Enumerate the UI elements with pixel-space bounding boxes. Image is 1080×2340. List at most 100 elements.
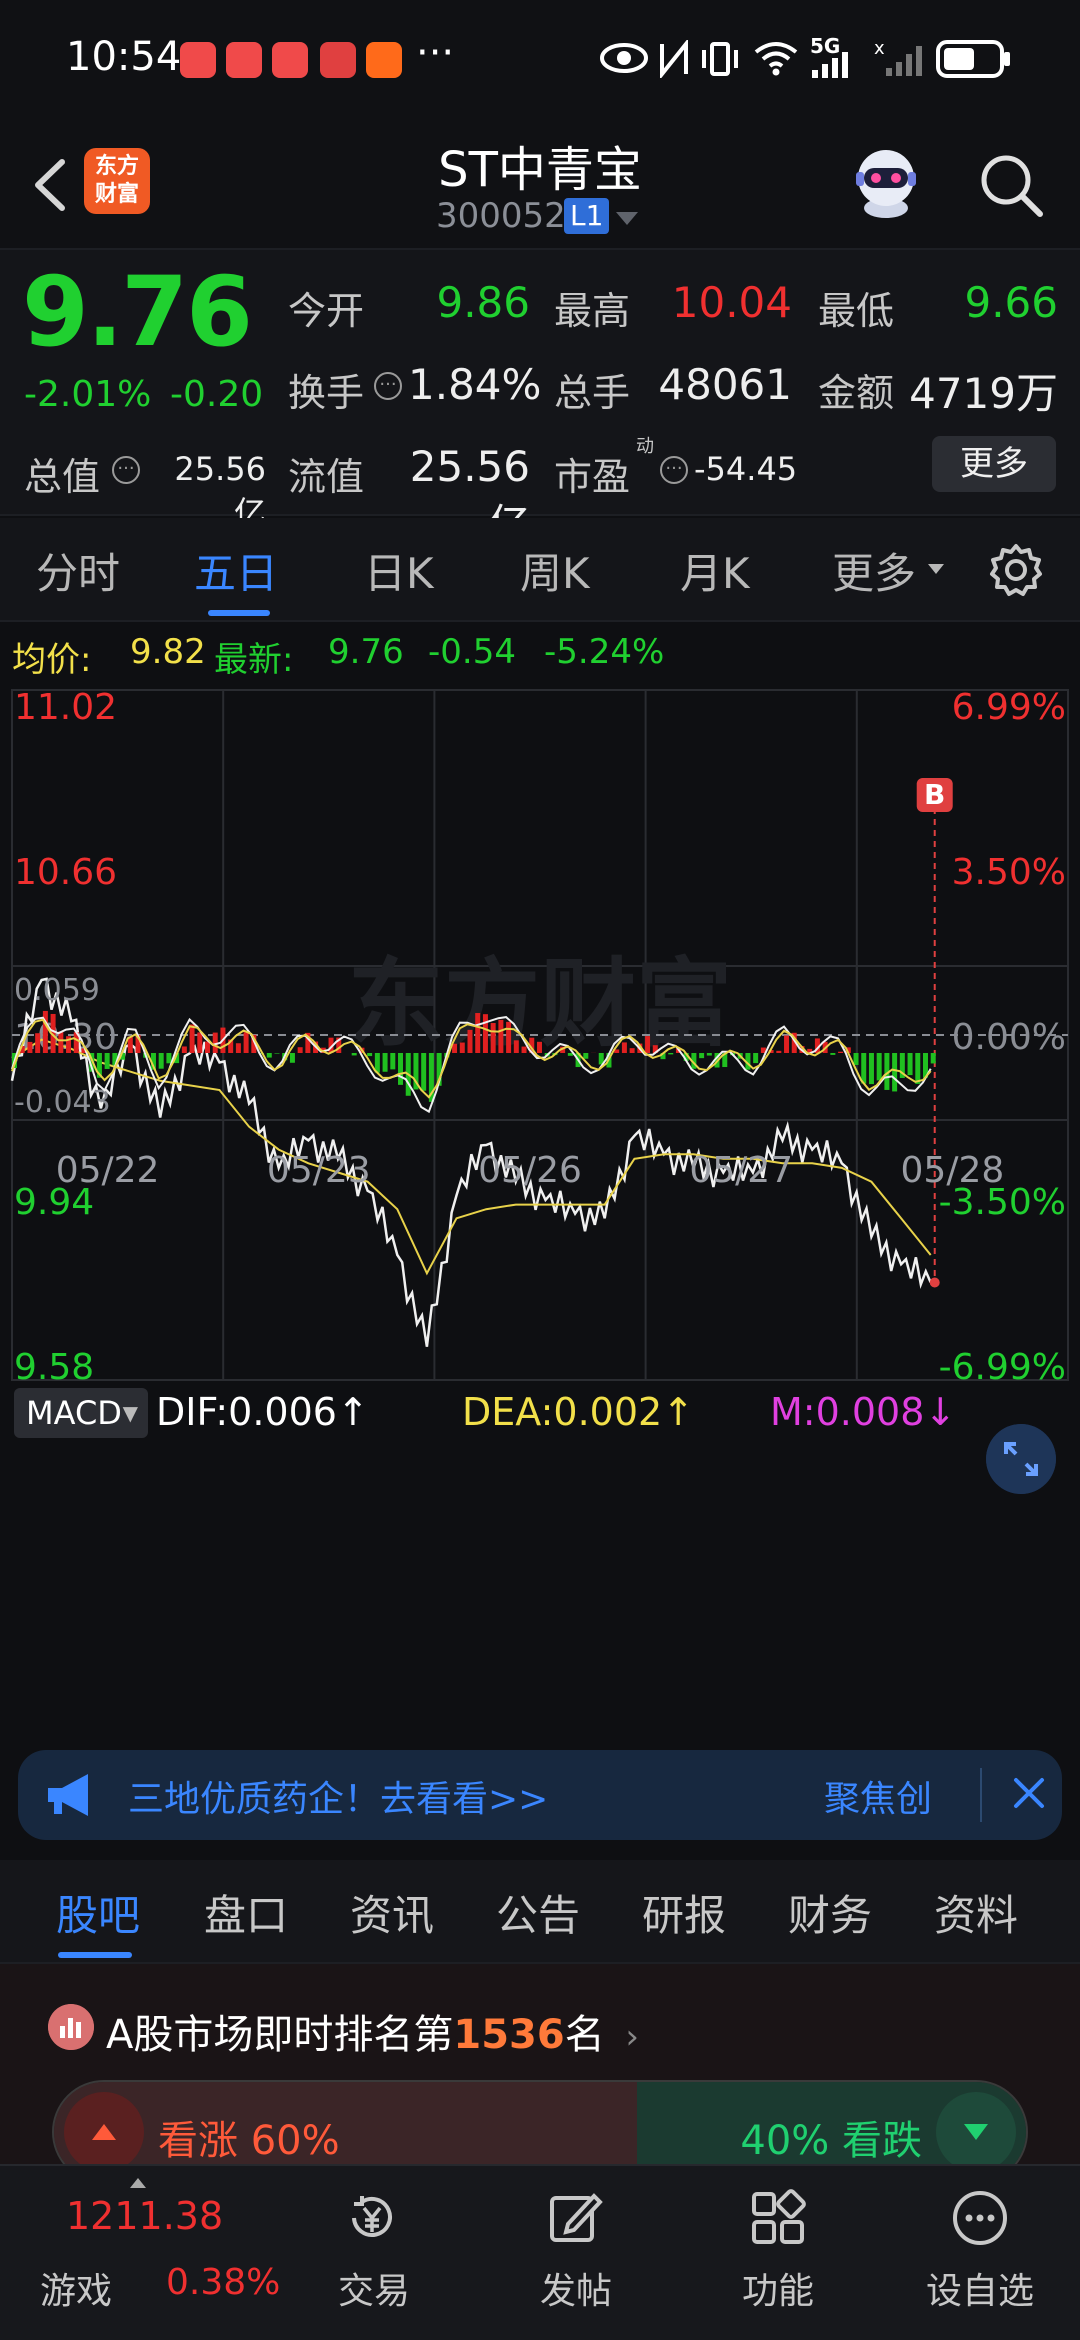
chart-canvas[interactable]: 东方财富11.02 6.99%10.66 3.50%10.30 0.00%9.94 -3… bbox=[0, 682, 1080, 1732]
x-date-label: 05/27 bbox=[689, 1150, 793, 1191]
index-change-pct[interactable]: 0.38% bbox=[166, 2262, 280, 2303]
macd-dif: DIF:0.006↑ bbox=[156, 1390, 369, 1434]
macd-histogram-bar bbox=[390, 1053, 396, 1070]
nav-trade[interactable]: 交易 bbox=[314, 2262, 434, 2314]
nav-games[interactable]: 游戏 bbox=[40, 2262, 112, 2314]
rank-suffix: 名 bbox=[564, 2012, 605, 2058]
bullish-label[interactable]: 看涨 60% bbox=[158, 2108, 340, 2166]
nav-post[interactable]: 发帖 bbox=[516, 2262, 636, 2314]
ad-secondary-text[interactable]: 聚焦创 bbox=[824, 1770, 932, 1822]
macd-m-value: M:0.008 bbox=[770, 1390, 925, 1434]
bottom-navigation: 1211.38 游戏 0.38% 交易 发帖 功能 设自选 bbox=[0, 2164, 1080, 2340]
avg-label: 均价: bbox=[12, 640, 92, 680]
caret-up-icon bbox=[130, 2178, 146, 2188]
macd-indicator-selector[interactable]: MACD ▼ bbox=[14, 1388, 148, 1438]
tab-monthly-k[interactable]: 月K bbox=[680, 540, 750, 601]
high-value: 10.04 bbox=[671, 278, 792, 327]
fullscreen-expand-icon[interactable] bbox=[986, 1424, 1056, 1494]
stock-code[interactable]: 300052 bbox=[436, 196, 566, 236]
nfc-icon bbox=[660, 40, 688, 78]
gear-icon[interactable] bbox=[988, 542, 1044, 598]
caret-down-icon bbox=[928, 564, 944, 574]
trade-yen-icon[interactable] bbox=[342, 2188, 402, 2248]
macd-histogram-bar bbox=[621, 1042, 627, 1053]
info-icon[interactable]: ··· bbox=[112, 456, 140, 484]
macd-histogram-bar bbox=[536, 1041, 542, 1053]
bearish-label[interactable]: 40% 看跌 bbox=[740, 2108, 922, 2166]
high-label: 最高 bbox=[554, 289, 631, 333]
macd-histogram-bar bbox=[459, 1042, 465, 1053]
tab-daily-k[interactable]: 日K bbox=[364, 540, 434, 601]
ad-text[interactable]: 三地优质药企！去看看>> bbox=[128, 1770, 548, 1822]
chevron-down-icon[interactable] bbox=[616, 212, 638, 225]
back-icon[interactable] bbox=[24, 150, 84, 220]
market-rank-text[interactable]: A股市场即时排名第1536名 › bbox=[106, 2002, 639, 2060]
low-label: 最低 bbox=[818, 289, 895, 333]
tab-news[interactable]: 资讯 bbox=[350, 1882, 434, 1943]
tab-financials[interactable]: 财务 bbox=[788, 1882, 872, 1943]
macd-label: MACD bbox=[26, 1394, 122, 1432]
bullish-arrow-icon[interactable] bbox=[62, 2090, 146, 2174]
eye-icon bbox=[600, 43, 648, 73]
price-summary-line: 均价: 9.82 最新: 9.76 -0.54 -5.24% bbox=[0, 622, 1080, 682]
tab-order-book[interactable]: 盘口 bbox=[204, 1882, 288, 1943]
rank-panel[interactable]: A股市场即时排名第1536名 › 看涨 60% 40% 看跌 bbox=[0, 1964, 1080, 2184]
robot-assistant-icon[interactable] bbox=[846, 142, 926, 222]
add-watchlist-icon[interactable] bbox=[950, 2188, 1010, 2248]
macd-histogram-bar bbox=[853, 1053, 859, 1065]
latest-change-pct: -5.24% bbox=[544, 632, 665, 672]
index-value[interactable]: 1211.38 bbox=[66, 2194, 223, 2238]
pe-dynamic-mark: 动 bbox=[636, 436, 654, 457]
period-tabs: 分时 五日 日K 周K 月K 更多 bbox=[0, 518, 1080, 622]
signal-no-service-icon: x bbox=[874, 40, 922, 76]
chevron-right-icon: › bbox=[625, 2017, 640, 2057]
y-right-tick: 0.00% bbox=[952, 1017, 1066, 1058]
five-day-chart[interactable]: 东方财富 11.02 6.99% 10.66 3.50% 10.30 0.00% 9.94 -3… bbox=[0, 682, 1080, 1732]
macd-histogram-bar bbox=[753, 1053, 759, 1064]
info-icon[interactable]: ··· bbox=[374, 372, 402, 400]
tab-forum[interactable]: 股吧 bbox=[56, 1882, 140, 1943]
tab-announcements[interactable]: 公告 bbox=[496, 1882, 580, 1943]
bearish-arrow-icon[interactable] bbox=[934, 2090, 1018, 2174]
macd-histogram-bar bbox=[583, 1053, 589, 1059]
macd-histogram-bar bbox=[521, 1046, 527, 1053]
level-badge[interactable]: L1 bbox=[564, 198, 610, 234]
rank-number: 1536 bbox=[453, 2012, 565, 2058]
macd-histogram-bar bbox=[104, 1053, 110, 1069]
nav-function[interactable]: 功能 bbox=[718, 2262, 838, 2314]
info-icon[interactable]: ··· bbox=[660, 456, 688, 484]
more-quote-button[interactable]: 更多 bbox=[932, 436, 1056, 492]
y-left-tick: 10.66 bbox=[14, 852, 117, 893]
macd-histogram-bar bbox=[513, 1040, 519, 1053]
eastmoney-logo[interactable]: 东方财富 bbox=[84, 148, 150, 214]
search-icon[interactable] bbox=[976, 150, 1046, 220]
tab-five-day[interactable]: 五日 bbox=[194, 540, 278, 601]
macd-histogram-bar bbox=[868, 1053, 874, 1085]
amount-label: 金额 bbox=[818, 371, 895, 415]
macd-histogram-bar bbox=[482, 1014, 488, 1053]
macd-histogram-bar bbox=[475, 1013, 481, 1053]
tab-research[interactable]: 研报 bbox=[642, 1882, 726, 1943]
macd-histogram-bar bbox=[58, 1031, 64, 1053]
post-edit-icon[interactable] bbox=[546, 2188, 606, 2248]
y-right-tick: 6.99% bbox=[952, 687, 1066, 728]
macd-histogram-bar bbox=[645, 1036, 651, 1053]
tab-profile[interactable]: 资料 bbox=[934, 1882, 1018, 1943]
close-icon[interactable] bbox=[1004, 1768, 1054, 1818]
macd-histogram-bar bbox=[506, 1021, 512, 1053]
macd-histogram-bar bbox=[699, 1053, 705, 1059]
nav-watchlist[interactable]: 设自选 bbox=[920, 2262, 1040, 2314]
tab-intraday[interactable]: 分时 bbox=[36, 540, 120, 601]
tab-weekly-k[interactable]: 周K bbox=[520, 540, 590, 601]
quote-panel: 9.76 -2.01% -0.20 今开 9.86 最高 10.04 最低 9.… bbox=[0, 250, 1080, 549]
ad-banner[interactable]: 三地优质药企！去看看>> 聚焦创 bbox=[18, 1750, 1062, 1840]
macd-histogram-bar bbox=[892, 1053, 898, 1092]
macd-histogram-bar bbox=[189, 1024, 195, 1053]
stock-name[interactable]: ST中青宝 bbox=[340, 130, 740, 200]
macd-histogram-bar bbox=[876, 1053, 882, 1081]
y-left-tick: 9.58 bbox=[14, 1347, 94, 1388]
latest-change: -0.54 bbox=[428, 632, 516, 672]
function-grid-icon[interactable] bbox=[748, 2188, 808, 2248]
tab-more-periods[interactable]: 更多 bbox=[832, 540, 916, 601]
macd-histogram-bar bbox=[907, 1053, 913, 1076]
